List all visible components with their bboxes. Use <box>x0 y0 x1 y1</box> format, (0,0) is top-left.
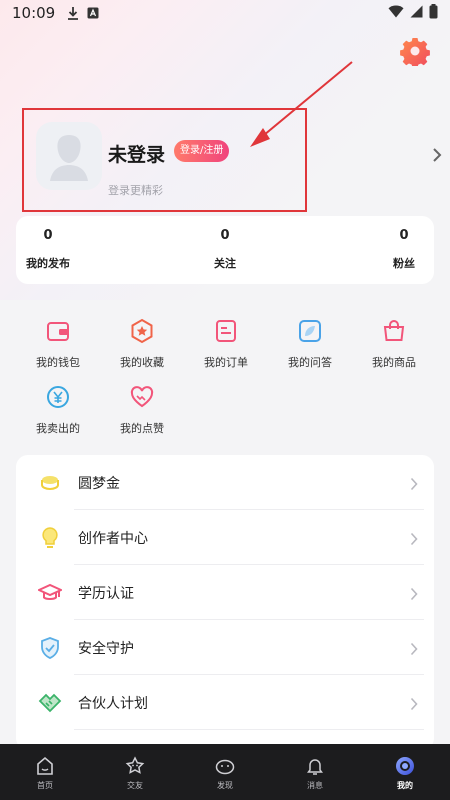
grid-item-sold[interactable]: 我卖出的 <box>16 384 100 436</box>
grid-label: 我的商品 <box>372 356 416 369</box>
tab-label: 首页 <box>37 781 53 790</box>
profile-chevron-right-icon[interactable] <box>432 147 442 163</box>
login-register-button[interactable]: 登录/注册 <box>174 140 230 162</box>
stat-value: 0 <box>220 228 230 243</box>
chevron-right-icon <box>410 696 418 711</box>
bottom-tab-bar: 首页 交友 发现 消息 我的 <box>0 744 450 800</box>
download-icon <box>67 6 79 20</box>
chevron-right-icon <box>410 641 418 656</box>
grid-label: 我的点赞 <box>120 422 164 435</box>
menu-item-education-verify[interactable]: 学历认证 <box>16 565 434 620</box>
grid-item-qa[interactable]: 我的问答 <box>268 318 352 370</box>
tab-me[interactable]: 我的 <box>360 744 450 800</box>
tab-home[interactable]: 首页 <box>0 744 90 800</box>
login-subtitle: 登录更精彩 <box>108 184 163 197</box>
status-bar: 10:09 <box>0 0 450 26</box>
grid-item-wallet[interactable]: 我的钱包 <box>16 318 100 370</box>
menu-label: 合伙人计划 <box>78 695 148 712</box>
settings-gear-icon[interactable] <box>400 36 430 68</box>
stat-posts[interactable]: 0 我的发布 <box>24 228 72 271</box>
graduation-cap-icon <box>36 581 64 605</box>
grid-item-orders[interactable]: 我的订单 <box>184 318 268 370</box>
grid-label: 我的问答 <box>288 356 332 369</box>
star-icon <box>129 318 155 344</box>
chevron-right-icon <box>410 586 418 601</box>
menu-item-security[interactable]: 安全守护 <box>16 620 434 675</box>
tab-label: 我的 <box>397 781 413 790</box>
tab-discover[interactable]: 发现 <box>180 744 270 800</box>
wifi-icon <box>388 5 404 22</box>
discover-icon <box>215 756 235 776</box>
friends-icon <box>125 756 145 776</box>
bag-icon <box>381 318 407 344</box>
order-icon <box>213 318 239 344</box>
grid-label: 我卖出的 <box>36 422 80 435</box>
home-icon <box>35 756 55 776</box>
grid-label: 我的收藏 <box>120 356 164 369</box>
login-status-title: 未登录 <box>108 144 166 166</box>
status-time: 10:09 <box>12 4 56 22</box>
heart-icon <box>129 384 155 410</box>
tab-friends[interactable]: 交友 <box>90 744 180 800</box>
tab-label: 消息 <box>307 781 323 790</box>
grid-item-likes[interactable]: 我的点赞 <box>100 384 184 436</box>
battery-icon <box>429 4 438 23</box>
handshake-icon <box>38 691 62 715</box>
divider <box>74 729 424 730</box>
profile-header[interactable]: 未登录 登录/注册 登录更精彩 <box>22 108 307 212</box>
tab-label: 发现 <box>217 781 233 790</box>
yuan-icon <box>45 384 71 410</box>
tab-messages[interactable]: 消息 <box>270 744 360 800</box>
bulb-icon <box>38 526 62 550</box>
menu-label: 安全守护 <box>78 640 134 657</box>
chevron-right-icon <box>410 531 418 546</box>
menu-label: 学历认证 <box>78 585 134 602</box>
stat-label: 我的发布 <box>26 257 70 270</box>
wallet-icon <box>45 318 71 344</box>
default-avatar-icon <box>50 135 88 181</box>
stat-followers[interactable]: 0 粉丝 <box>386 228 422 271</box>
stat-value: 0 <box>399 228 409 243</box>
tab-label: 交友 <box>127 781 143 790</box>
shield-icon <box>38 636 62 660</box>
menu-item-partner-plan[interactable]: 合伙人计划 <box>16 675 434 730</box>
grid-label: 我的钱包 <box>36 356 80 369</box>
keyboard-icon <box>87 7 99 19</box>
coin-icon <box>38 471 62 495</box>
chevron-right-icon <box>410 476 418 491</box>
stat-value: 0 <box>43 228 53 243</box>
bell-icon <box>305 756 325 776</box>
menu-label: 创作者中心 <box>78 530 148 547</box>
profile-icon <box>395 756 415 776</box>
signal-icon <box>410 5 423 22</box>
qa-icon <box>297 318 323 344</box>
grid-item-favorites[interactable]: 我的收藏 <box>100 318 184 370</box>
grid-item-products[interactable]: 我的商品 <box>352 318 436 370</box>
menu-label: 圆梦金 <box>78 475 120 492</box>
stat-label: 粉丝 <box>393 257 415 270</box>
menu-list: 圆梦金 创作者中心 学历认证 安全守护 合伙人计划 <box>16 455 434 750</box>
stats-card: 0 我的发布 0 关注 0 粉丝 <box>16 216 434 284</box>
stat-following[interactable]: 0 关注 <box>205 228 245 271</box>
stat-label: 关注 <box>214 257 236 270</box>
avatar[interactable] <box>36 122 102 190</box>
menu-item-dream-fund[interactable]: 圆梦金 <box>16 455 434 510</box>
menu-item-creator-center[interactable]: 创作者中心 <box>16 510 434 565</box>
grid-label: 我的订单 <box>204 356 248 369</box>
